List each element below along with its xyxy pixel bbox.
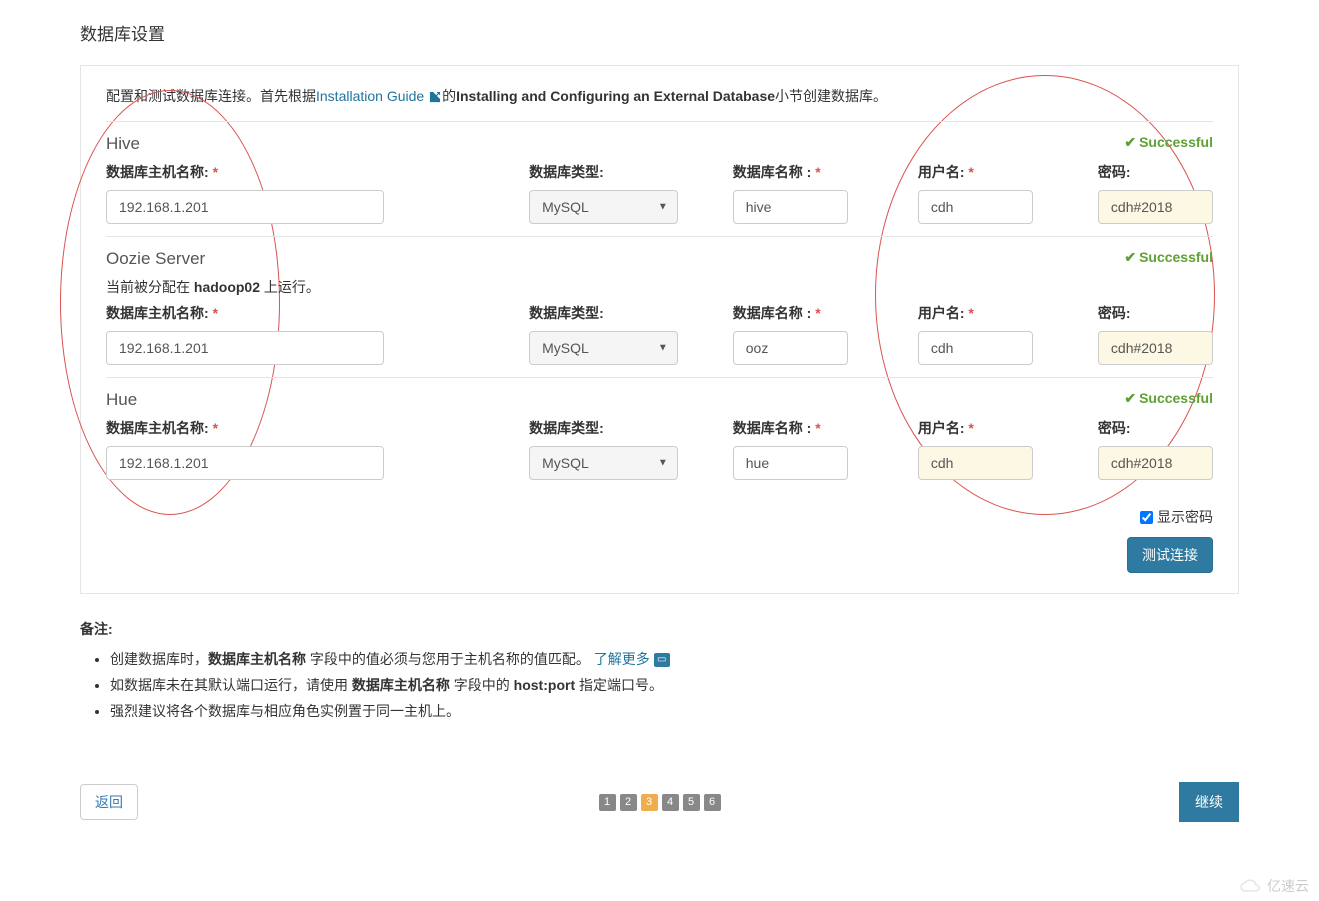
external-link-icon [428, 91, 442, 103]
intro-bold: Installing and Configuring an External D… [456, 88, 775, 104]
pass-label: 密码: [1098, 418, 1213, 438]
notes-section: 备注: 创建数据库时，数据库主机名称 字段中的值必须与您用于主机名称的值匹配。 … [80, 619, 1239, 722]
list-item: 如数据库未在其默认端口运行，请使用 数据库主机名称 字段中的 host:port… [110, 675, 1239, 696]
dbname-input[interactable] [733, 446, 848, 480]
host-label: 数据库主机名称: * [106, 418, 384, 438]
watermark: 亿速云 [1239, 876, 1309, 896]
type-select[interactable]: MySQL [529, 446, 678, 480]
wizard-steps: 1 2 3 4 5 6 [599, 794, 721, 811]
dbname-label: 数据库名称 : * [733, 162, 848, 182]
show-password-label: 显示密码 [1157, 507, 1213, 527]
type-label: 数据库类型: [529, 303, 678, 323]
pass-label: 密码: [1098, 162, 1213, 182]
intro-middle: 的 [442, 88, 456, 104]
type-label: 数据库类型: [529, 162, 678, 182]
status-badge: ✔Successful [1124, 249, 1213, 266]
host-input[interactable] [106, 446, 384, 480]
intro-text: 配置和测试数据库连接。首先根据Installation Guide 的Insta… [106, 86, 1213, 121]
dbname-label: 数据库名称 : * [733, 418, 848, 438]
type-select[interactable]: MySQL [529, 331, 678, 365]
check-icon: ✔ [1124, 134, 1136, 150]
list-item: 创建数据库时，数据库主机名称 字段中的值必须与您用于主机名称的值匹配。 了解更多… [110, 649, 1239, 670]
dbname-input[interactable] [733, 331, 848, 365]
test-connection-button[interactable]: 测试连接 [1127, 537, 1213, 573]
list-item: 强烈建议将各个数据库与相应角色实例置于同一主机上。 [110, 701, 1239, 722]
pass-label: 密码: [1098, 303, 1213, 323]
pass-input[interactable] [1098, 446, 1213, 480]
dbname-input[interactable] [733, 190, 848, 224]
installation-guide-link[interactable]: Installation Guide [316, 88, 442, 104]
show-password-checkbox[interactable]: 显示密码 [1140, 507, 1213, 527]
host-label: 数据库主机名称: * [106, 303, 384, 323]
show-password-input[interactable] [1140, 511, 1153, 524]
main-panel: 配置和测试数据库连接。首先根据Installation Guide 的Insta… [80, 65, 1239, 594]
type-label: 数据库类型: [529, 418, 678, 438]
pass-input[interactable] [1098, 190, 1213, 224]
status-badge: ✔Successful [1124, 134, 1213, 151]
cloud-icon [1239, 877, 1263, 895]
host-label: 数据库主机名称: * [106, 162, 384, 182]
step-4[interactable]: 4 [662, 794, 679, 811]
pass-input[interactable] [1098, 331, 1213, 365]
intro-prefix: 配置和测试数据库连接。首先根据 [106, 88, 316, 104]
back-button[interactable]: 返回 [80, 784, 138, 820]
host-input[interactable] [106, 331, 384, 365]
type-select[interactable]: MySQL [529, 190, 678, 224]
status-badge: ✔Successful [1124, 390, 1213, 407]
intro-suffix: 小节创建数据库。 [775, 88, 887, 104]
user-label: 用户名: * [918, 162, 1033, 182]
user-label: 用户名: * [918, 303, 1033, 323]
section-hive: Hive ✔Successful 数据库主机名称: * 数据库类型: MySQL… [106, 121, 1213, 236]
check-icon: ✔ [1124, 249, 1136, 265]
section-title: Hive [106, 134, 1213, 154]
wizard-footer: 返回 1 2 3 4 5 6 继续 [80, 782, 1239, 822]
host-input[interactable] [106, 190, 384, 224]
learn-more-link[interactable]: 了解更多 [594, 651, 650, 667]
dbname-label: 数据库名称 : * [733, 303, 848, 323]
panel-footer: 显示密码 测试连接 [106, 507, 1213, 573]
user-input[interactable] [918, 331, 1033, 365]
step-2[interactable]: 2 [620, 794, 637, 811]
step-6[interactable]: 6 [704, 794, 721, 811]
step-5[interactable]: 5 [683, 794, 700, 811]
user-label: 用户名: * [918, 418, 1033, 438]
window-icon: ▭ [654, 653, 670, 667]
section-title: Hue [106, 390, 1213, 410]
step-3[interactable]: 3 [641, 794, 658, 811]
host-assignment-note: 当前被分配在 hadoop02 上运行。 [106, 277, 1213, 297]
page-title: 数据库设置 [80, 20, 1239, 45]
user-input[interactable] [918, 446, 1033, 480]
section-oozie: Oozie Server ✔Successful 当前被分配在 hadoop02… [106, 236, 1213, 377]
step-1[interactable]: 1 [599, 794, 616, 811]
user-input[interactable] [918, 190, 1033, 224]
section-title: Oozie Server [106, 249, 1213, 269]
continue-button[interactable]: 继续 [1179, 782, 1239, 822]
check-icon: ✔ [1124, 390, 1136, 406]
section-hue: Hue ✔Successful 数据库主机名称: * 数据库类型: MySQL … [106, 377, 1213, 492]
notes-title: 备注: [80, 619, 1239, 639]
